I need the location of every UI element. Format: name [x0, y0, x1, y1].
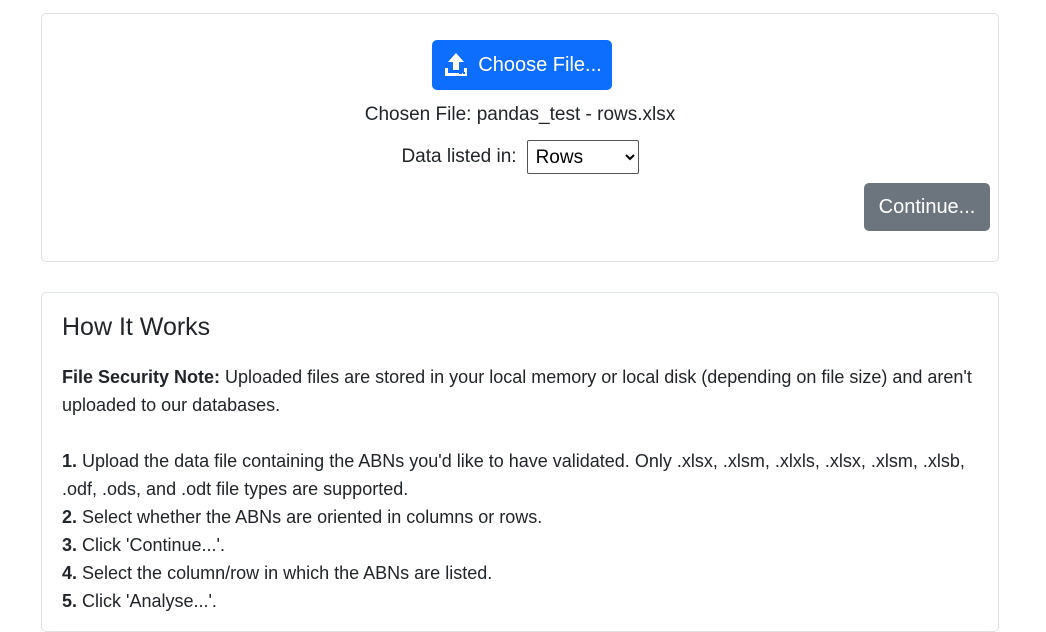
continue-button[interactable]: Continue...	[864, 183, 990, 231]
data-listed-label: Data listed in:	[401, 146, 517, 167]
step-item: 2. Select whether the ABNs are oriented …	[62, 503, 982, 531]
step-text: Click 'Continue...'.	[77, 535, 225, 555]
upload-icon	[442, 51, 470, 79]
step-number: 3.	[62, 535, 78, 555]
security-note: File Security Note: Uploaded files are s…	[62, 363, 982, 419]
step-item: 3. Click 'Continue...'.	[62, 531, 982, 559]
step-text: Select the column/row in which the ABNs …	[77, 563, 493, 583]
step-text: Upload the data file containing the ABNs…	[62, 451, 965, 499]
choose-file-button[interactable]: Choose File...	[432, 40, 612, 90]
step-number: 4.	[62, 563, 78, 583]
choose-file-label: Choose File...	[478, 53, 602, 76]
step-number: 2.	[62, 507, 78, 527]
chosen-file-prefix: Chosen File:	[364, 104, 472, 125]
orientation-select[interactable]: Rows	[526, 140, 639, 174]
orientation-row: Data listed in: Rows	[42, 140, 998, 174]
step-number: 1.	[62, 451, 78, 471]
how-it-works-title: How It Works	[62, 313, 211, 341]
step-item: 4. Select the column/row in which the AB…	[62, 559, 982, 587]
security-note-label: File Security Note:	[62, 367, 221, 387]
how-it-works-body: File Security Note: Uploaded files are s…	[62, 363, 982, 615]
step-text: Select whether the ABNs are oriented in …	[77, 507, 543, 527]
how-it-works-card: How It Works File Security Note: Uploade…	[41, 292, 999, 632]
chosen-file-name: pandas_test - rows.xlsx	[476, 104, 676, 125]
step-number: 5.	[62, 591, 78, 611]
step-item: 1. Upload the data file containing the A…	[62, 447, 982, 503]
chosen-file-text: Chosen File: pandas_test - rows.xlsx	[42, 104, 998, 126]
upload-card: Choose File... Chosen File: pandas_test …	[41, 13, 999, 262]
step-text: Click 'Analyse...'.	[77, 591, 217, 611]
step-item: 5. Click 'Analyse...'.	[62, 587, 982, 615]
